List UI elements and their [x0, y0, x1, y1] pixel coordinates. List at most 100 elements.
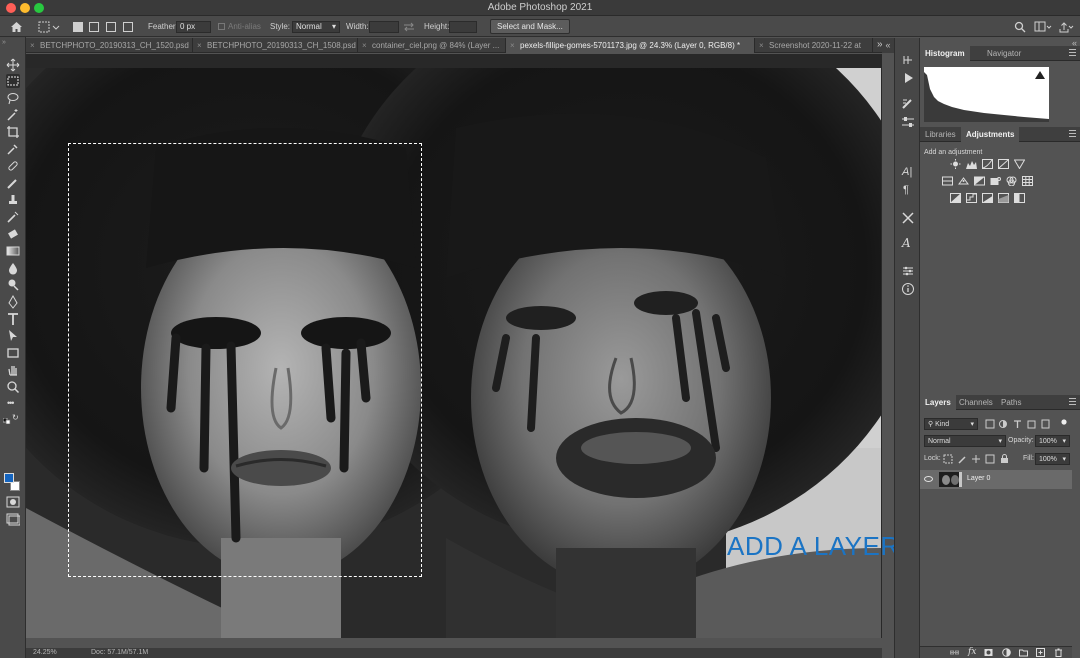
- width-input[interactable]: [369, 20, 399, 33]
- brush-tool-icon[interactable]: [6, 176, 20, 190]
- subtract-from-selection-icon[interactable]: [106, 19, 116, 34]
- zoom-tool-icon[interactable]: [6, 380, 20, 394]
- tab-document[interactable]: × container_ciel.png @ 84% (Layer ...: [358, 38, 506, 53]
- close-tab-icon[interactable]: ×: [30, 38, 35, 53]
- pen-tool-icon[interactable]: [6, 295, 20, 309]
- add-layer-mask-icon[interactable]: [984, 648, 993, 657]
- canvas-area[interactable]: ADD A LAYER MASK: [26, 54, 983, 638]
- tab-paths[interactable]: Paths: [996, 395, 1026, 410]
- select-and-mask-button[interactable]: Select and Mask...: [490, 19, 570, 34]
- home-icon[interactable]: [10, 19, 23, 34]
- trash-icon[interactable]: [1054, 648, 1063, 657]
- healing-brush-tool-icon[interactable]: [6, 159, 20, 173]
- layer-kind-filter[interactable]: ⚲ Kind ▾: [924, 418, 978, 430]
- opacity-input[interactable]: 100% ▾: [1035, 435, 1070, 447]
- tab-libraries[interactable]: Libraries: [920, 127, 961, 142]
- adjustments-sliders-icon[interactable]: [901, 264, 915, 278]
- info-icon[interactable]: [901, 282, 915, 296]
- swap-colors-icon[interactable]: ↻: [12, 413, 19, 422]
- tab-histogram[interactable]: Histogram: [920, 46, 970, 61]
- glyphs-icon[interactable]: A: [902, 236, 911, 250]
- group-folder-icon[interactable]: [1019, 648, 1028, 657]
- posterize-icon[interactable]: [966, 193, 977, 203]
- curves-icon[interactable]: [982, 159, 993, 169]
- blend-mode-select[interactable]: Normal ▾: [924, 435, 1006, 447]
- properties-icon[interactable]: [901, 115, 915, 129]
- tab-document-active[interactable]: × pexels-fillipe-gomes-5701173.jpg @ 24.3…: [506, 38, 755, 53]
- tab-layers[interactable]: Layers: [920, 395, 956, 410]
- screen-mode-icon[interactable]: [6, 512, 20, 526]
- blur-tool-icon[interactable]: [6, 261, 20, 275]
- panel-menu-icon[interactable]: [1069, 130, 1076, 137]
- hand-tool-icon[interactable]: [6, 363, 20, 377]
- channel-mixer-icon[interactable]: [1006, 176, 1017, 186]
- vibrance-icon[interactable]: [1014, 159, 1025, 169]
- adjustment-layer-icon[interactable]: [1002, 648, 1011, 657]
- link-layers-icon[interactable]: [950, 648, 959, 657]
- collapse-icon[interactable]: »: [2, 39, 6, 46]
- anti-alias-checkbox[interactable]: Anti-alias: [218, 19, 261, 34]
- history-brush-tool-icon[interactable]: [6, 210, 20, 224]
- tab-channels[interactable]: Channels: [954, 395, 998, 410]
- eyedropper-tool-icon[interactable]: [6, 142, 20, 156]
- tools-presets-icon[interactable]: [901, 211, 915, 225]
- close-tab-icon[interactable]: ×: [197, 38, 202, 53]
- hue-saturation-icon[interactable]: [942, 176, 953, 186]
- invert-icon[interactable]: [950, 193, 961, 203]
- tab-document[interactable]: × BETCHPHOTO_20190313_CH_1520.psd: [26, 38, 193, 53]
- collapse-panels-icon[interactable]: «: [882, 38, 894, 53]
- levels-icon[interactable]: [966, 159, 977, 169]
- workspace-icon[interactable]: [1034, 19, 1052, 34]
- tab-navigator[interactable]: Navigator: [982, 46, 1026, 61]
- photo-filter-icon[interactable]: [990, 176, 1001, 186]
- quick-mask-icon[interactable]: [6, 495, 20, 509]
- share-icon[interactable]: [1058, 19, 1074, 34]
- gradient-map-icon[interactable]: [998, 193, 1009, 203]
- tab-adjustments[interactable]: Adjustments: [961, 127, 1020, 142]
- intersect-selection-icon[interactable]: [123, 19, 133, 34]
- gradient-tool-icon[interactable]: [6, 244, 20, 258]
- character-icon[interactable]: A|: [902, 166, 912, 178]
- selective-color-icon[interactable]: [1014, 193, 1025, 203]
- play-actions-icon[interactable]: [901, 71, 915, 85]
- brightness-contrast-icon[interactable]: [950, 159, 961, 169]
- swap-dimensions-icon[interactable]: [403, 19, 415, 34]
- fx-icon[interactable]: fx: [968, 647, 976, 657]
- document-info[interactable]: Doc: 57.1M/57.1M: [91, 649, 148, 656]
- paragraph-icon[interactable]: ¶: [903, 184, 909, 196]
- magic-wand-tool-icon[interactable]: [6, 108, 20, 122]
- type-tool-icon[interactable]: [6, 312, 20, 326]
- move-tool-icon[interactable]: [6, 58, 20, 72]
- tab-document[interactable]: × BETCHPHOTO_20190313_CH_1508.psd: [193, 38, 358, 53]
- threshold-icon[interactable]: [982, 193, 993, 203]
- visibility-eye-icon[interactable]: [924, 476, 933, 482]
- color-lookup-icon[interactable]: [1022, 176, 1033, 186]
- exposure-icon[interactable]: [998, 159, 1009, 169]
- lock-icons[interactable]: [943, 454, 1011, 464]
- black-white-icon[interactable]: [974, 176, 985, 186]
- color-balance-icon[interactable]: [958, 176, 969, 186]
- edit-toolbar-icon[interactable]: •••: [7, 398, 15, 408]
- dodge-tool-icon[interactable]: [6, 278, 20, 292]
- new-selection-icon[interactable]: [73, 19, 83, 34]
- eraser-tool-icon[interactable]: [6, 227, 20, 241]
- layer-filter-icons[interactable]: [984, 419, 1070, 429]
- panel-menu-icon[interactable]: [1069, 49, 1076, 56]
- default-colors-icon[interactable]: [2, 415, 11, 425]
- close-tab-icon[interactable]: ×: [759, 38, 764, 53]
- clone-stamp-tool-icon[interactable]: [6, 193, 20, 207]
- panel-menu-icon[interactable]: [1069, 398, 1076, 405]
- marquee-preset-picker[interactable]: [38, 19, 60, 34]
- style-select[interactable]: Normal ▾: [292, 20, 340, 33]
- fill-input[interactable]: 100% ▾: [1035, 453, 1070, 465]
- crop-tool-icon[interactable]: [6, 125, 20, 139]
- zoom-level[interactable]: 24.25%: [33, 649, 57, 656]
- rectangular-marquee-tool-icon[interactable]: [6, 74, 20, 88]
- search-icon[interactable]: [1014, 19, 1026, 34]
- rectangle-tool-icon[interactable]: [6, 346, 20, 360]
- height-input[interactable]: [449, 20, 477, 33]
- add-to-selection-icon[interactable]: [89, 19, 99, 34]
- new-layer-icon[interactable]: [1036, 648, 1045, 657]
- close-tab-icon[interactable]: ×: [362, 38, 367, 53]
- layer-row[interactable]: Layer 0: [920, 470, 1072, 489]
